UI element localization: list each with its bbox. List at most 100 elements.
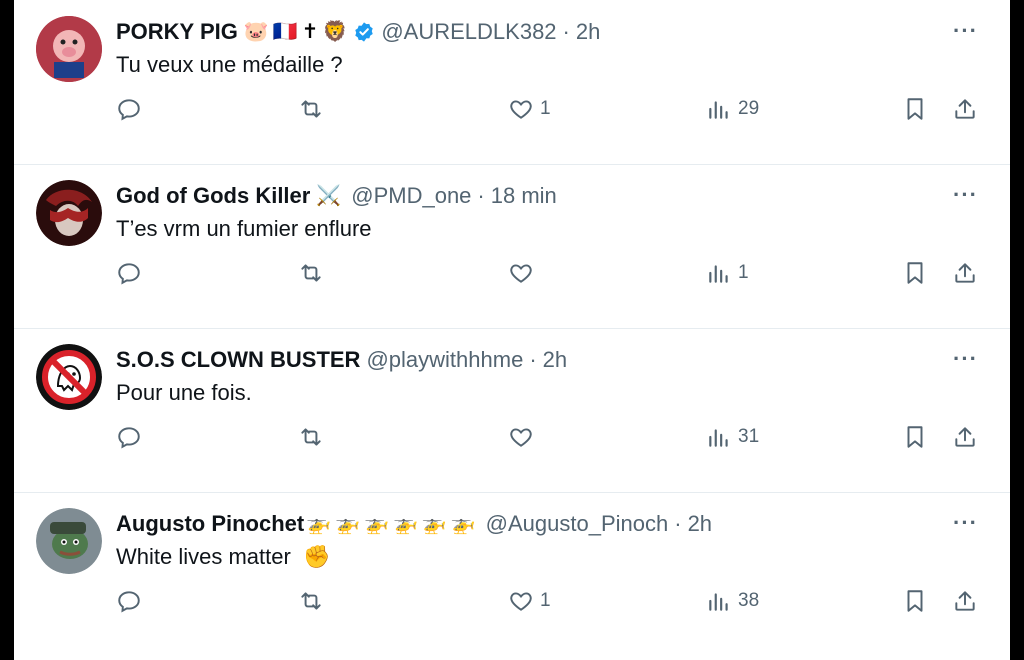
heart-icon xyxy=(510,100,532,119)
retweet-icon xyxy=(301,100,321,118)
share-icon xyxy=(955,99,975,119)
view-count: 38 xyxy=(738,590,760,611)
views-icon xyxy=(709,101,728,119)
retweet-button[interactable] xyxy=(298,424,324,450)
views-button[interactable]: 31 xyxy=(706,424,759,450)
tweet-text: White lives matter ✊ xyxy=(116,544,330,570)
bookmark-button[interactable] xyxy=(902,588,928,614)
share-button[interactable] xyxy=(952,96,978,122)
like-count: 1 xyxy=(540,98,551,119)
tweet[interactable]: PORKY PIG 🐷 🇫🇷 ✝ 🦁 @AURELDLK382 · 2h ···… xyxy=(14,0,1010,165)
helicopter-emoji: 🚁 xyxy=(364,513,389,535)
action-bar: 31 xyxy=(116,424,982,454)
like-button[interactable]: 1 xyxy=(508,96,551,122)
views-button[interactable]: 1 xyxy=(706,260,749,286)
helicopter-emoji: 🚁 xyxy=(392,513,418,535)
tweet-header: God of Gods Killer ⚔️ @PMD_one · 18 min xyxy=(116,180,970,212)
tweet-header: S.O.S CLOWN BUSTER @playwithhhme · 2h xyxy=(116,344,970,376)
views-icon xyxy=(709,265,728,283)
timestamp[interactable]: 2h xyxy=(688,511,712,537)
retweet-button[interactable] xyxy=(298,588,324,614)
share-icon xyxy=(955,427,975,447)
lion-emoji: 🦁 xyxy=(322,21,348,43)
name-emojis: 🐷 🇫🇷 ✝ 🦁 xyxy=(244,22,351,42)
display-name[interactable]: God of Gods Killer xyxy=(116,183,310,209)
views-button[interactable]: 29 xyxy=(706,96,759,122)
heart-icon xyxy=(510,428,532,447)
avatar[interactable] xyxy=(36,180,102,246)
separator-dot: · xyxy=(529,347,537,372)
tweet-header: PORKY PIG 🐷 🇫🇷 ✝ 🦁 @AURELDLK382 · 2h xyxy=(116,16,970,48)
views-icon xyxy=(709,429,728,447)
tweet-text: T’es vrm un fumier enflure xyxy=(116,216,372,241)
retweet-icon xyxy=(301,592,321,610)
reply-button[interactable] xyxy=(116,424,142,450)
helicopter-emoji: 🚁 xyxy=(306,513,332,535)
like-button[interactable] xyxy=(508,260,540,286)
handle[interactable]: @PMD_one xyxy=(351,183,471,209)
timestamp[interactable]: 2h xyxy=(576,19,600,45)
retweet-button[interactable] xyxy=(298,260,324,286)
heart-icon xyxy=(510,592,532,611)
share-button[interactable] xyxy=(952,260,978,286)
view-count: 29 xyxy=(738,98,760,119)
heart-icon xyxy=(510,264,532,283)
share-icon xyxy=(955,263,975,283)
reply-button[interactable] xyxy=(116,260,142,286)
more-icon[interactable]: ··· xyxy=(953,182,978,208)
more-icon[interactable]: ··· xyxy=(953,346,978,372)
separator-dot: · xyxy=(562,19,570,44)
view-count: 1 xyxy=(738,262,749,283)
action-bar: 1 29 xyxy=(116,96,982,126)
tweet-header: Augusto Pinochet 🚁 🚁 🚁 🚁 🚁 🚁 @Augusto_Pi… xyxy=(116,508,970,540)
crossed-swords-emoji: ⚔️ xyxy=(316,185,342,207)
avatar[interactable] xyxy=(36,508,102,574)
display-name[interactable]: Augusto Pinochet xyxy=(116,511,304,537)
raised-fist-emoji: ✊ xyxy=(302,544,331,569)
name-emojis: 🚁 🚁 🚁 🚁 🚁 🚁 xyxy=(306,514,479,534)
tweet[interactable]: S.O.S CLOWN BUSTER @playwithhhme · 2h ··… xyxy=(14,328,1010,493)
reply-feed: PORKY PIG 🐷 🇫🇷 ✝ 🦁 @AURELDLK382 · 2h ···… xyxy=(14,0,1010,660)
tweet-text: Tu veux une médaille ? xyxy=(116,52,343,77)
handle[interactable]: @Augusto_Pinoch xyxy=(486,511,669,537)
name-emojis: ⚔️ xyxy=(316,186,345,206)
bookmark-button[interactable] xyxy=(902,424,928,450)
reply-button[interactable] xyxy=(116,588,142,614)
verified-badge-icon xyxy=(355,22,374,42)
timestamp[interactable]: 18 min xyxy=(491,183,557,209)
tweet[interactable]: Augusto Pinochet 🚁 🚁 🚁 🚁 🚁 🚁 @Augusto_Pi… xyxy=(14,492,1010,660)
helicopter-emoji: 🚁 xyxy=(450,513,476,535)
tweet-text-body: White lives matter xyxy=(116,544,291,569)
tweet[interactable]: God of Gods Killer ⚔️ @PMD_one · 18 min … xyxy=(14,164,1010,329)
share-button[interactable] xyxy=(952,424,978,450)
views-button[interactable]: 38 xyxy=(706,588,759,614)
bookmark-icon xyxy=(907,98,923,120)
bookmark-icon xyxy=(907,590,923,612)
reply-icon xyxy=(118,99,140,121)
display-name[interactable]: PORKY PIG xyxy=(116,19,238,45)
bookmark-button[interactable] xyxy=(902,260,928,286)
retweet-icon xyxy=(301,428,321,446)
avatar[interactable] xyxy=(36,344,102,410)
retweet-icon xyxy=(301,264,321,282)
pig-emoji: 🐷 xyxy=(243,21,269,43)
more-icon[interactable]: ··· xyxy=(953,510,978,536)
reply-icon xyxy=(118,591,140,613)
timestamp[interactable]: 2h xyxy=(543,347,567,373)
retweet-button[interactable] xyxy=(298,96,324,122)
avatar[interactable] xyxy=(36,16,102,82)
action-bar: 1 38 xyxy=(116,588,982,618)
separator-dot: · xyxy=(477,183,485,208)
handle[interactable]: @playwithhhme xyxy=(366,347,523,373)
more-icon[interactable]: ··· xyxy=(953,18,978,44)
display-name[interactable]: S.O.S CLOWN BUSTER xyxy=(116,347,360,373)
reply-button[interactable] xyxy=(116,96,142,122)
bookmark-button[interactable] xyxy=(902,96,928,122)
handle[interactable]: @AURELDLK382 xyxy=(381,19,556,45)
helicopter-emoji: 🚁 xyxy=(421,513,447,535)
separator-dot: · xyxy=(674,511,682,536)
helicopter-emoji: 🚁 xyxy=(335,513,361,535)
share-button[interactable] xyxy=(952,588,978,614)
like-button[interactable] xyxy=(508,424,540,450)
like-button[interactable]: 1 xyxy=(508,588,551,614)
